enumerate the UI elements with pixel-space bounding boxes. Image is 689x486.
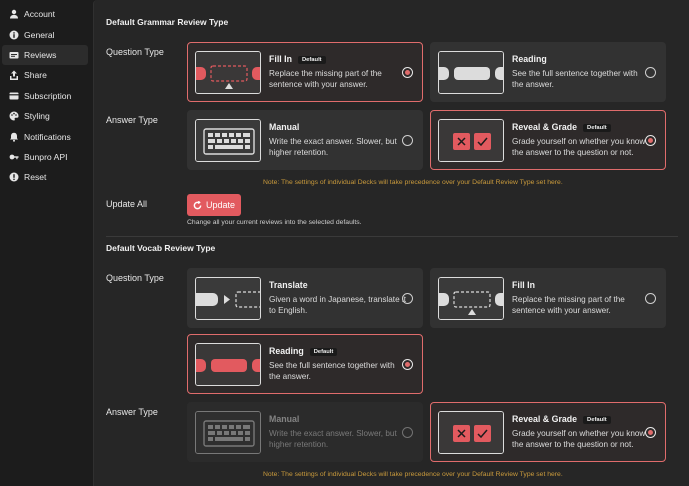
option-title: Translate — [269, 280, 308, 290]
vocab-reading-option[interactable]: Reading Default See the full sentence tog… — [187, 334, 423, 394]
palette-icon — [8, 111, 19, 122]
subscription-icon — [8, 90, 19, 101]
grammar-answer-type-label: Answer Type — [106, 115, 158, 125]
sidebar-item-label: Share — [24, 70, 47, 81]
grammar-precedence-note: Note: The settings of individual Decks w… — [263, 179, 563, 186]
update-all-description: Change all your current reviews into the… — [187, 219, 362, 226]
keyboard-icon — [195, 411, 261, 454]
fill-in-illustration-icon — [438, 277, 504, 320]
vocab-reading-radio[interactable] — [402, 359, 413, 370]
grammar-fill-in-radio[interactable] — [402, 67, 413, 78]
default-badge: Default — [297, 56, 326, 64]
grammar-section-title: Default Grammar Review Type — [106, 17, 229, 27]
bell-icon — [8, 131, 19, 142]
vocab-question-type-label: Question Type — [106, 273, 164, 283]
vocab-reveal-grade-option[interactable]: Reveal & Grade Default Grade yourself on … — [430, 402, 666, 462]
sidebar-item-reset[interactable]: Reset — [2, 167, 88, 187]
sidebar-item-reviews[interactable]: Reviews — [2, 44, 88, 66]
sidebar-item-account[interactable]: Account — [2, 4, 88, 24]
default-badge: Default — [309, 348, 338, 356]
option-title: Reveal & Grade Default — [512, 122, 611, 132]
alert-icon — [8, 172, 19, 183]
reading-illustration-icon — [438, 51, 504, 94]
sidebar-item-label: Bunpro API — [24, 151, 68, 162]
reveal-grade-illustration-icon — [438, 411, 504, 454]
vocab-section-title: Default Vocab Review Type — [106, 243, 216, 253]
option-description: See the full sentence together with the … — [269, 361, 395, 381]
card-icon — [8, 49, 19, 60]
vocab-reveal-grade-radio[interactable] — [645, 427, 656, 438]
keyboard-icon — [195, 119, 261, 162]
sidebar-item-label: Subscription — [24, 90, 72, 101]
fill-in-illustration-icon — [195, 51, 261, 94]
section-divider — [106, 236, 678, 237]
option-description: See the full sentence together with the … — [512, 69, 638, 89]
vocab-manual-radio — [402, 427, 413, 438]
option-title: Manual — [269, 414, 300, 424]
vocab-translate-option[interactable]: Translate Given a word in Japanese, tran… — [187, 268, 423, 328]
vocab-manual-option: Manual Write the exact answer. Slower, b… — [187, 402, 423, 462]
update-button[interactable]: Update — [187, 194, 241, 216]
reveal-grade-illustration-icon — [438, 119, 504, 162]
account-icon — [8, 9, 19, 20]
vocab-answer-type-label: Answer Type — [106, 407, 158, 417]
sidebar-item-label: General — [24, 29, 55, 40]
grammar-manual-option[interactable]: Manual Write the exact answer. Slower, b… — [187, 110, 423, 170]
option-description: Write the exact answer. Slower, but high… — [269, 429, 397, 449]
option-description: Grade yourself on whether you know the a… — [512, 137, 646, 157]
sidebar-item-label: Reviews — [24, 49, 57, 60]
vocab-fill-in-radio[interactable] — [645, 293, 656, 304]
update-button-label: Update — [205, 200, 236, 210]
grammar-manual-radio[interactable] — [402, 135, 413, 146]
vocab-precedence-note: Note: The settings of individual Decks w… — [263, 471, 563, 478]
sidebar-item-label: Styling — [24, 111, 50, 122]
info-icon — [8, 29, 19, 40]
sidebar-item-subscription[interactable]: Subscription — [2, 86, 88, 106]
reading-illustration-icon — [195, 343, 261, 386]
grammar-reveal-grade-option[interactable]: Reveal & Grade Default Grade yourself on … — [430, 110, 666, 170]
sidebar-item-label: Notifications — [24, 131, 71, 142]
sidebar-item-share[interactable]: Share — [2, 65, 88, 85]
sidebar-item-notifications[interactable]: Notifications — [2, 126, 88, 146]
grammar-reading-option[interactable]: Reading See the full sentence together w… — [430, 42, 666, 102]
option-description: Write the exact answer. Slower, but high… — [269, 137, 397, 157]
option-title: Fill In Default — [269, 54, 326, 64]
refresh-icon — [193, 200, 202, 209]
settings-sidebar: Account General Reviews Share Subscripti… — [0, 0, 90, 486]
key-icon — [8, 151, 19, 162]
sidebar-item-general[interactable]: General — [2, 24, 88, 44]
default-badge: Default — [583, 416, 611, 424]
option-title: Reading Default — [269, 346, 338, 356]
update-all-label: Update All — [106, 199, 148, 209]
translate-illustration-icon — [195, 277, 261, 320]
vocab-translate-radio[interactable] — [402, 293, 413, 304]
option-title: Reveal & Grade Default — [512, 414, 611, 424]
option-description: Replace the missing part of the sentence… — [512, 295, 625, 315]
sidebar-item-bunpro-api[interactable]: Bunpro API — [2, 147, 88, 167]
grammar-reveal-grade-radio[interactable] — [645, 135, 656, 146]
option-description: Replace the missing part of the sentence… — [269, 69, 382, 89]
reviews-settings-panel: Default Grammar Review Type Question Typ… — [93, 0, 689, 486]
option-title: Manual — [269, 122, 300, 132]
grammar-reading-radio[interactable] — [645, 67, 656, 78]
sidebar-item-label: Account — [24, 9, 56, 20]
sidebar-item-label: Reset — [24, 172, 47, 183]
sidebar-item-styling[interactable]: Styling — [2, 106, 88, 126]
option-title: Reading — [512, 54, 547, 64]
option-title: Fill In — [512, 280, 535, 290]
grammar-question-type-label: Question Type — [106, 47, 164, 57]
option-description: Given a word in Japanese, translate it t… — [269, 295, 406, 315]
default-badge: Default — [583, 124, 611, 132]
share-icon — [8, 70, 19, 81]
grammar-fill-in-option[interactable]: Fill In Default Replace the missing part … — [187, 42, 423, 102]
option-description: Grade yourself on whether you know the a… — [512, 429, 646, 449]
vocab-fill-in-option[interactable]: Fill In Replace the missing part of the … — [430, 268, 666, 328]
